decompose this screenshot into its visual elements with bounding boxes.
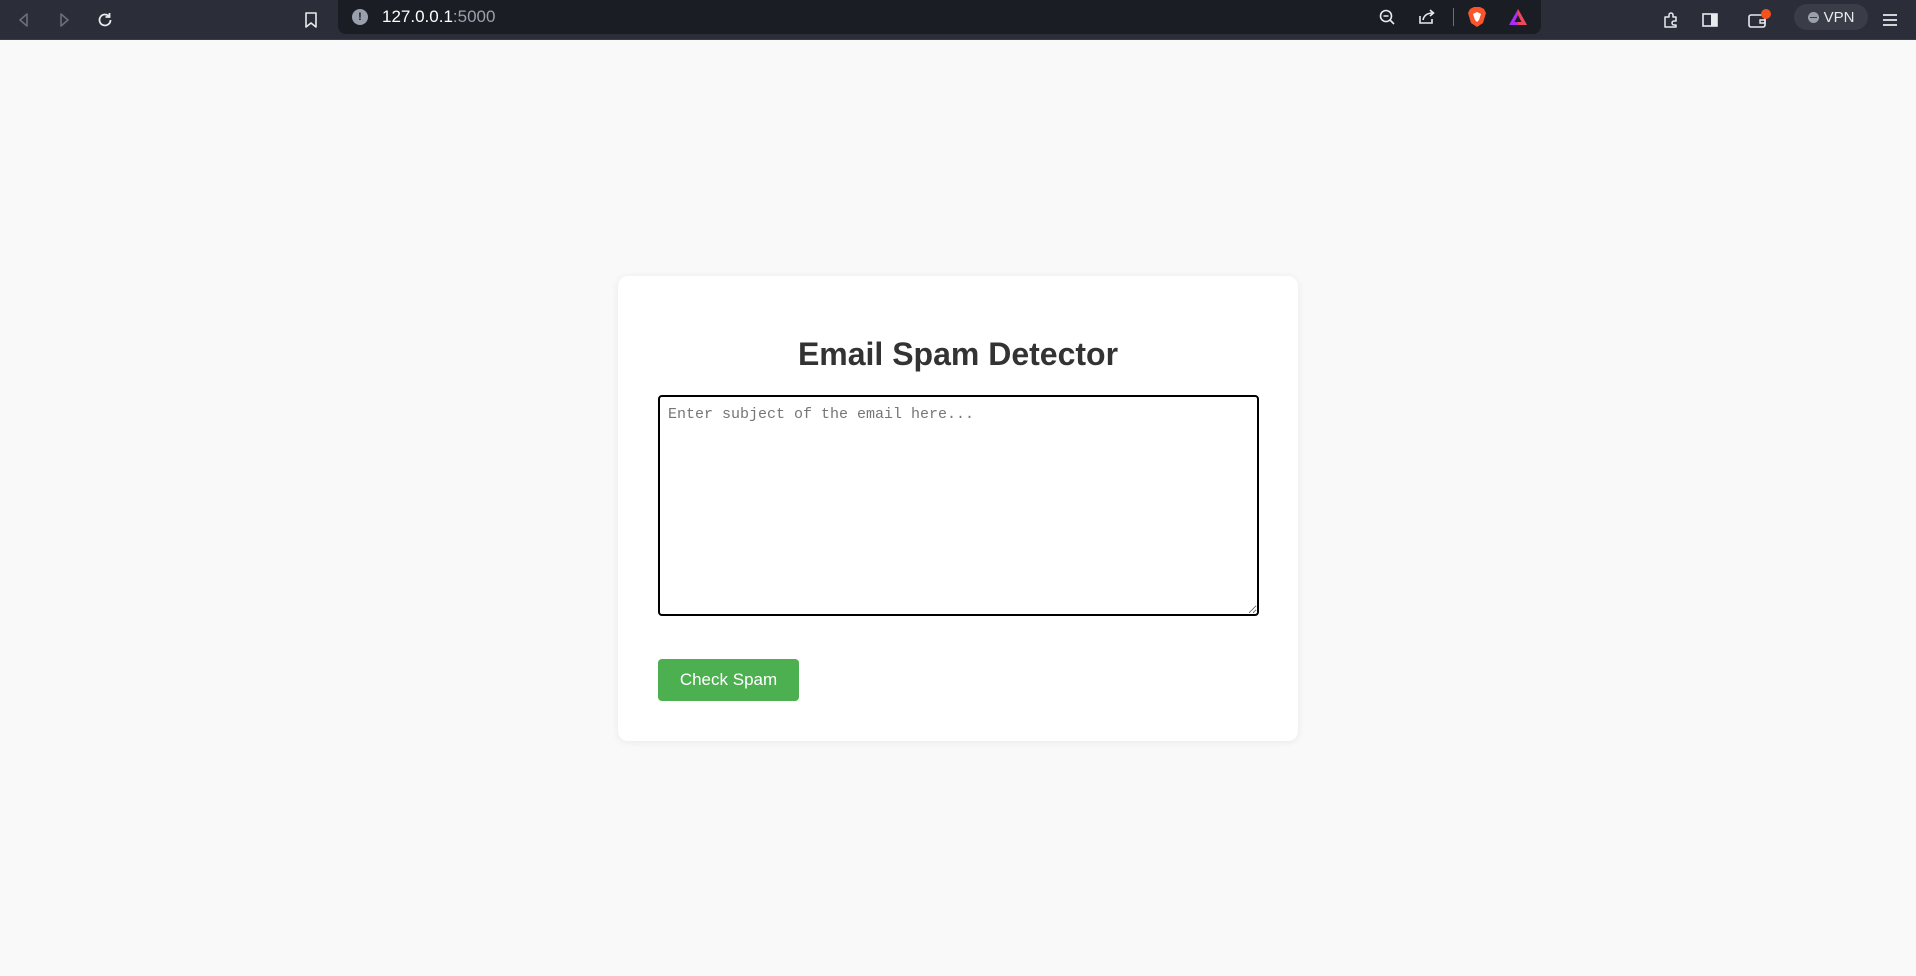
brave-rewards-icon[interactable]: [1502, 1, 1534, 33]
zoom-out-icon[interactable]: [1371, 1, 1403, 33]
vpn-status-icon: [1807, 11, 1819, 23]
wallet-icon[interactable]: [1743, 4, 1775, 36]
site-info-icon[interactable]: !: [352, 9, 368, 25]
address-bar[interactable]: ! 127.0.0.1:5000: [338, 0, 1541, 34]
menu-icon[interactable]: [1874, 4, 1906, 36]
check-spam-button[interactable]: Check Spam: [658, 659, 799, 701]
bookmark-icon[interactable]: [295, 4, 327, 36]
share-icon[interactable]: [1411, 1, 1443, 33]
forward-icon[interactable]: [48, 4, 80, 36]
back-icon[interactable]: [8, 4, 40, 36]
extensions-icon[interactable]: [1655, 4, 1687, 36]
sidebar-icon[interactable]: [1694, 4, 1726, 36]
spam-detector-card: Email Spam Detector Check Spam: [618, 276, 1298, 741]
browser-toolbar: ! 127.0.0.1:5000 VPN: [0, 0, 1916, 40]
vpn-label: VPN: [1823, 8, 1855, 26]
brave-shields-icon[interactable]: [1461, 1, 1493, 33]
email-subject-input[interactable]: [658, 395, 1259, 616]
page-title: Email Spam Detector: [797, 336, 1119, 372]
address-bar-divider: [1453, 8, 1454, 26]
url-text: 127.0.0.1:5000: [382, 7, 496, 26]
reload-icon[interactable]: [89, 4, 121, 36]
vpn-button[interactable]: VPN: [1794, 4, 1868, 30]
